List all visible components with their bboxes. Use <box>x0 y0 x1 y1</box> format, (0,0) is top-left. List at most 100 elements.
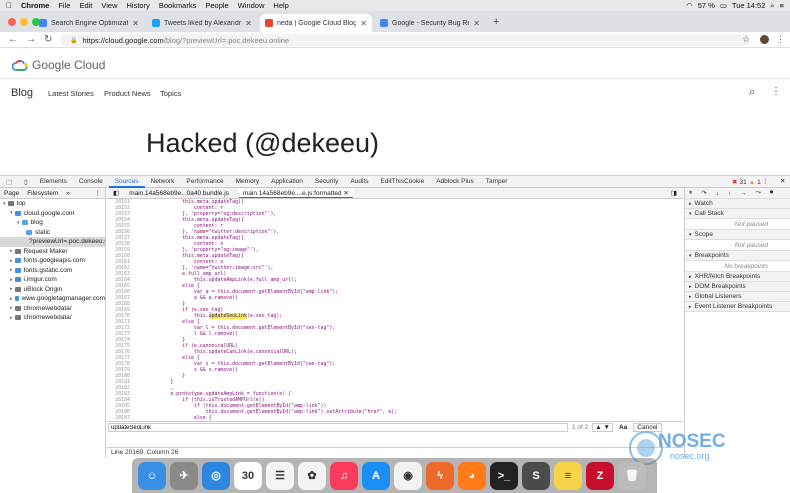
firefox-icon[interactable]: ◕ <box>458 461 486 490</box>
find-prev-next-icon[interactable]: ▲ ▼ <box>592 423 613 432</box>
nav-latest-stories[interactable]: Latest Stories <box>48 89 94 98</box>
profile-avatar[interactable] <box>760 35 769 44</box>
browser-tab[interactable]: Tweets liked by Alexandru Cori ✕ <box>147 14 257 32</box>
chrome-icon[interactable]: ◉ <box>394 461 422 490</box>
sublime-icon[interactable]: S <box>522 461 550 490</box>
burp-icon[interactable]: ϟ <box>426 461 454 490</box>
pause-on-exceptions-icon[interactable]: ⏺ <box>770 189 773 197</box>
menu-bookmarks[interactable]: Bookmarks <box>159 1 197 10</box>
expand-arrow-icon[interactable]: ▾ <box>3 201 6 207</box>
nav-topics[interactable]: Topics <box>160 89 181 98</box>
site-search-icon[interactable]: ⌕ <box>749 86 755 99</box>
menu-help[interactable]: Help <box>273 1 288 10</box>
menu-people[interactable]: People <box>205 1 228 10</box>
tab-security[interactable]: Security <box>309 178 344 185</box>
browser-tab[interactable]: Google - Security Bug Report ✕ <box>375 14 485 32</box>
tab-application[interactable]: Application <box>265 178 309 185</box>
file-tree-item[interactable]: ▸ Request Maker <box>0 247 105 257</box>
tab-memory[interactable]: Memory <box>230 178 265 185</box>
file-tree-item[interactable]: ▸ www.googletagmanager.com <box>0 294 105 304</box>
inspect-icon[interactable]: ⬚ <box>0 178 18 186</box>
code-view[interactable]: 20151 this.meta.updateTag({20152 content… <box>107 199 683 421</box>
toggle-debugger-icon[interactable]: ◨ <box>671 189 677 197</box>
close-file-icon[interactable]: ✕ <box>343 190 348 197</box>
sidebar-pane-header[interactable]: ▸ XHR/fetch Breakpoints <box>685 272 790 282</box>
deactivate-breakpoints-icon[interactable]: ⤳ <box>756 189 761 197</box>
devtools-settings-icon[interactable]: ⋮ <box>762 177 769 185</box>
expand-arrow-icon[interactable]: ▸ <box>10 286 13 292</box>
sidebar-pane-header[interactable]: ▸ DOM Breakpoints <box>685 282 790 292</box>
expand-arrow-icon[interactable]: ▾ <box>10 210 13 216</box>
menu-list-icon[interactable]: ≡ <box>780 1 784 10</box>
expand-arrow-icon[interactable]: ▸ <box>10 296 13 302</box>
wifi-icon[interactable]: ◠ <box>686 1 693 10</box>
file-tree-item[interactable]: ▾ cloud.google.com <box>0 209 105 219</box>
file-tree-item[interactable]: ▾ top <box>0 199 105 209</box>
close-tab-icon[interactable]: ✕ <box>360 19 367 28</box>
sidebar-pane-header[interactable]: ▾ Call Stack <box>685 209 790 219</box>
file-tree-item[interactable]: ▸ chromewebdata/ <box>0 313 105 323</box>
file-tab-active[interactable]: main.14a568eb9e....e.js:formatted ✕ <box>238 188 353 198</box>
nav-tab-page[interactable]: Page <box>4 190 19 197</box>
safari-icon[interactable]: ◎ <box>202 461 230 490</box>
step-out-icon[interactable]: ↑ <box>728 190 731 197</box>
step-over-icon[interactable]: ↷ <box>701 189 706 197</box>
expand-arrow-icon[interactable]: ▸ <box>10 267 13 273</box>
expand-arrow-icon[interactable]: ▸ <box>10 305 13 311</box>
device-toolbar-icon[interactable]: ▯ <box>18 178 34 186</box>
filezilla-icon[interactable]: Z <box>586 461 614 490</box>
apple-icon[interactable]:  <box>6 1 12 10</box>
pause-icon[interactable]: ⏸ <box>689 189 692 197</box>
close-tab-icon[interactable]: ✕ <box>245 19 252 28</box>
address-bar[interactable]: 🔒 https://cloud.google.com/blog/?preview… <box>60 34 750 46</box>
tab-editthiscookie[interactable]: EditThisCookie <box>374 178 430 185</box>
find-input[interactable] <box>108 423 568 432</box>
new-tab-icon[interactable]: + <box>493 16 499 28</box>
sidebar-pane-header[interactable]: ▸ Event Listener Breakpoints <box>685 302 790 312</box>
trash-icon[interactable]: 🗑 <box>618 461 646 490</box>
expand-arrow-icon[interactable]: ▸ <box>10 315 13 321</box>
file-tree-item[interactable]: static <box>0 228 105 238</box>
file-tab[interactable]: main.14a568eb9e...0a40.bundle.js <box>129 190 229 197</box>
devtools-close-icon[interactable]: ✕ <box>780 177 785 185</box>
step-into-icon[interactable]: ↓ <box>716 190 719 197</box>
close-tab-icon[interactable]: ✕ <box>473 19 480 28</box>
file-tree-item[interactable]: ?previewUrl=.poc.dekeeu.onl <box>0 237 105 247</box>
browser-tab[interactable]: Search Engine Optimization (S ✕ <box>34 14 144 32</box>
nav-product-news[interactable]: Product News <box>104 89 151 98</box>
menu-window[interactable]: Window <box>238 1 265 10</box>
tab-elements[interactable]: Elements <box>34 178 73 185</box>
expand-arrow-icon[interactable]: ▸ <box>10 248 13 254</box>
stickies-icon[interactable]: ≡ <box>554 461 582 490</box>
menu-view[interactable]: View <box>101 1 117 10</box>
close-window-icon[interactable] <box>8 18 16 26</box>
bookmark-star-icon[interactable]: ☆ <box>742 34 750 45</box>
browser-tab-active[interactable]: neda | Google Cloud Blog ✕ <box>260 14 372 32</box>
notes-icon[interactable]: ☰ <box>266 461 294 490</box>
sidebar-pane-header[interactable]: ▾ Scope <box>685 230 790 240</box>
menu-file[interactable]: File <box>58 1 70 10</box>
expand-arrow-icon[interactable]: ▸ <box>10 258 13 264</box>
menu-app-name[interactable]: Chrome <box>21 1 49 10</box>
file-tree-item[interactable]: ▸ chromewebdata/ <box>0 304 105 314</box>
file-tree-item[interactable]: ▸ uBlock Origin <box>0 285 105 295</box>
tab-performance[interactable]: Performance <box>180 178 229 185</box>
search-icon[interactable]: ⌕ <box>770 1 774 11</box>
tab-network[interactable]: Network <box>145 178 181 185</box>
blog-title[interactable]: Blog <box>11 87 33 99</box>
nav-tab-filesystem[interactable]: Filesystem <box>27 190 58 197</box>
tab-tamper[interactable]: Tamper <box>480 178 514 185</box>
navigator-menu-icon[interactable]: ⋮ <box>95 189 102 197</box>
google-cloud-logo[interactable]: Google Cloud <box>12 58 105 72</box>
step-icon[interactable]: → <box>740 190 747 197</box>
reload-icon[interactable]: ↻ <box>44 34 52 45</box>
nav-tab-more[interactable]: » <box>66 190 70 197</box>
terminal-icon[interactable]: >_ <box>490 461 518 490</box>
file-tree-item[interactable]: ▾ blog <box>0 218 105 228</box>
finder-icon[interactable]: ☺ <box>138 461 166 490</box>
tab-adblock-plus[interactable]: Adblock Plus <box>430 178 480 185</box>
menu-edit[interactable]: Edit <box>79 1 92 10</box>
tab-audits[interactable]: Audits <box>344 178 374 185</box>
tab-console[interactable]: Console <box>73 178 109 185</box>
close-tab-icon[interactable]: ✕ <box>132 19 139 28</box>
